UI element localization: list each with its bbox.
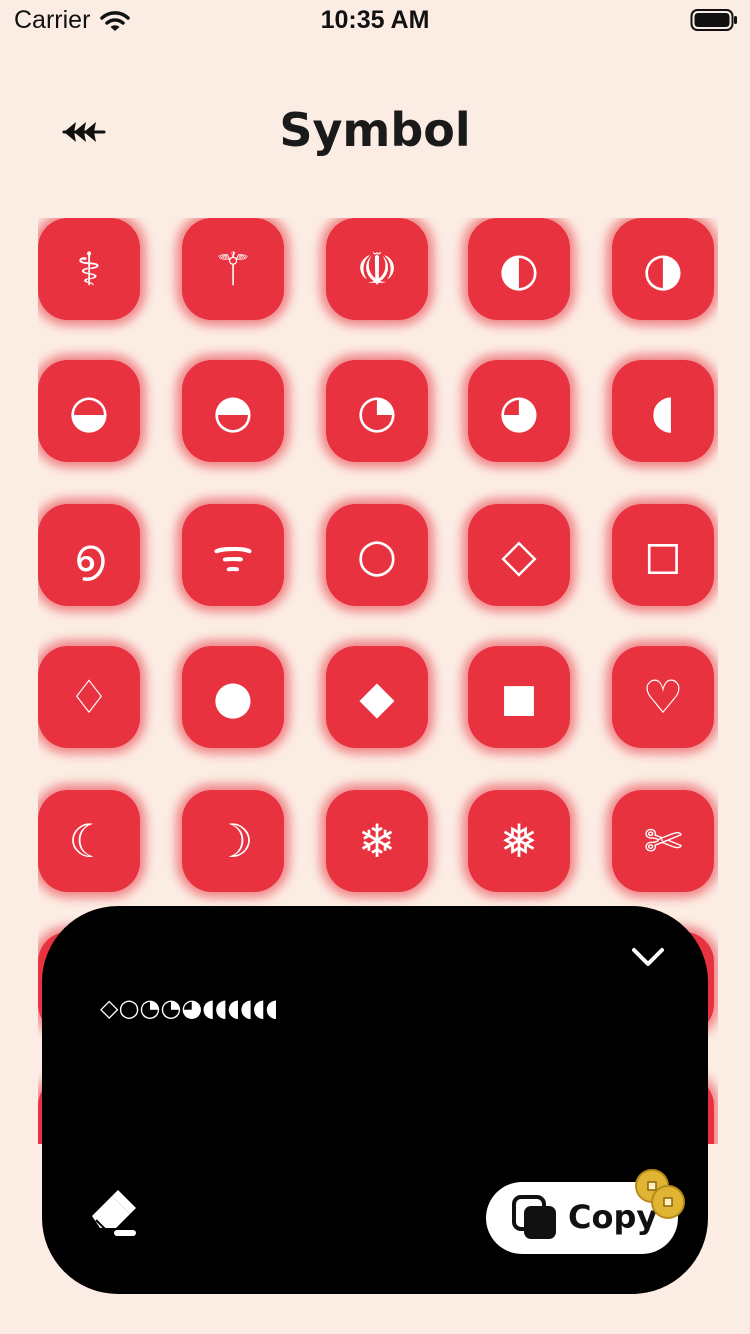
- chevron-down-icon[interactable]: [630, 942, 666, 970]
- battery-icon: [690, 9, 737, 31]
- symbol-tile[interactable]: ᯤ: [182, 504, 284, 606]
- symbol-tile[interactable]: ◒: [38, 360, 140, 462]
- clock: 10:35 AM: [320, 6, 430, 34]
- composer-sheet: ◇○◔◔◕◖◖◖◖◖◖ Copy: [42, 906, 708, 1294]
- symbol-glyph: ☾: [68, 814, 110, 868]
- symbol-glyph: ◻: [643, 528, 683, 582]
- symbol-glyph: ◼: [499, 670, 539, 724]
- symbol-tile[interactable]: ൭: [38, 504, 140, 606]
- composed-symbols[interactable]: ◇○◔◔◕◖◖◖◖◖◖: [100, 994, 278, 1022]
- page-title: Symbol: [279, 103, 471, 157]
- symbol-glyph: ◖: [650, 384, 676, 438]
- symbol-glyph: ◇: [501, 528, 537, 582]
- symbol-tile[interactable]: ◇: [468, 504, 570, 606]
- symbol-tile[interactable]: ☾: [38, 790, 140, 892]
- symbol-tile[interactable]: ⚚: [182, 218, 284, 320]
- symbol-tile[interactable]: ◼: [468, 646, 570, 748]
- symbol-tile[interactable]: ❅: [468, 790, 570, 892]
- symbol-tile[interactable]: ✄: [612, 790, 714, 892]
- status-bar: Carrier 10:35 AM: [0, 0, 750, 40]
- symbol-tile[interactable]: ❄: [326, 790, 428, 892]
- symbol-tile[interactable]: ○: [326, 504, 428, 606]
- symbol-tile[interactable]: ◕: [468, 360, 570, 462]
- symbol-tile[interactable]: ◓: [182, 360, 284, 462]
- symbol-glyph: ☽: [212, 814, 254, 868]
- symbol-glyph: ♢: [68, 670, 110, 724]
- symbol-tile[interactable]: ☽: [182, 790, 284, 892]
- symbol-glyph: ◕: [498, 384, 540, 438]
- eraser-icon[interactable]: [86, 1188, 142, 1238]
- symbol-tile[interactable]: ♡: [612, 646, 714, 748]
- symbol-glyph: ●: [212, 670, 254, 724]
- symbol-tile[interactable]: ◑: [612, 218, 714, 320]
- symbol-glyph: ❄: [357, 814, 397, 868]
- symbol-tile[interactable]: ●: [182, 646, 284, 748]
- symbol-glyph: ◑: [642, 242, 684, 296]
- symbol-tile[interactable]: ☫: [326, 218, 428, 320]
- symbol-glyph: ◆: [359, 670, 395, 724]
- symbol-glyph: ◐: [498, 242, 540, 296]
- symbol-glyph: ◒: [68, 384, 110, 438]
- symbol-glyph: ᯤ: [212, 528, 254, 582]
- symbol-tile[interactable]: ⚕: [38, 218, 140, 320]
- symbol-tile[interactable]: ♢: [38, 646, 140, 748]
- symbol-tile[interactable]: ◻: [612, 504, 714, 606]
- coins-icon: [635, 1169, 685, 1219]
- symbol-glyph: ◓: [212, 384, 254, 438]
- symbol-glyph: ⚚: [212, 242, 254, 296]
- symbol-tile[interactable]: ◔: [326, 360, 428, 462]
- symbol-tile[interactable]: ◆: [326, 646, 428, 748]
- symbol-glyph: ♡: [642, 670, 684, 724]
- symbol-glyph: ✄: [643, 814, 683, 868]
- symbol-tile[interactable]: ◐: [468, 218, 570, 320]
- symbol-glyph: ⚕: [76, 242, 102, 296]
- copy-icon: [512, 1195, 556, 1239]
- symbol-glyph: ◔: [356, 384, 398, 438]
- symbol-glyph: ൭: [73, 528, 105, 582]
- symbol-tile[interactable]: ◖: [612, 360, 714, 462]
- symbol-glyph: ○: [356, 528, 398, 582]
- symbol-glyph: ☫: [356, 242, 398, 296]
- symbol-glyph: ❅: [499, 814, 539, 868]
